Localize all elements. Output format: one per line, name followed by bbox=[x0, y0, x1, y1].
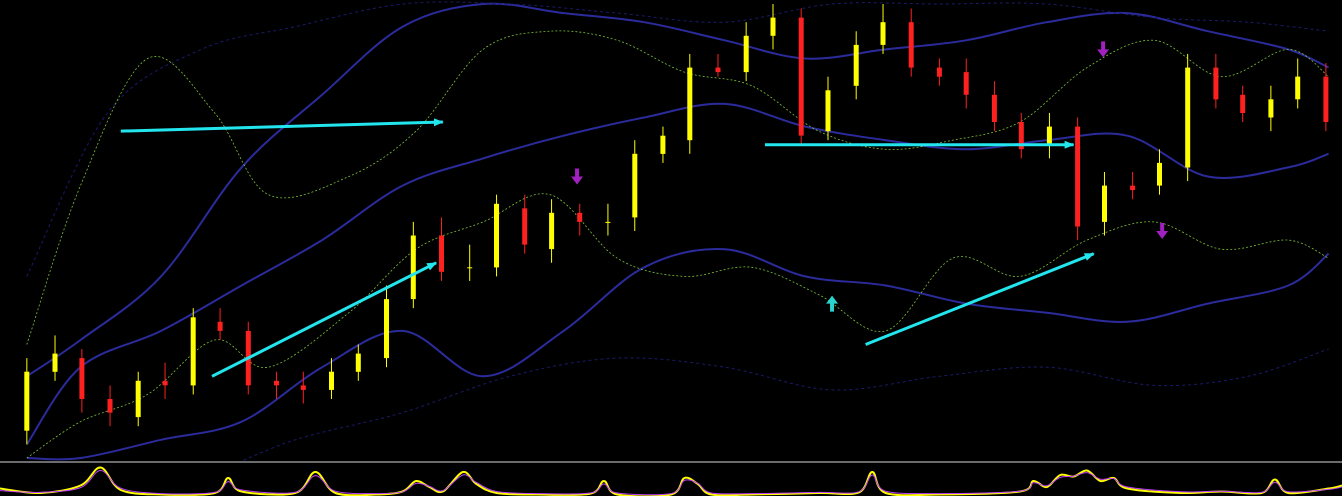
candle-body bbox=[329, 371, 334, 390]
candle-body bbox=[660, 135, 666, 154]
candle-body bbox=[1157, 162, 1162, 186]
candle-body bbox=[1240, 94, 1246, 113]
candle-body bbox=[1268, 99, 1274, 118]
candle bbox=[1185, 53, 1191, 182]
candle-body bbox=[605, 221, 611, 223]
candle bbox=[1075, 117, 1081, 241]
candle-body bbox=[384, 299, 389, 359]
candle-body bbox=[853, 44, 859, 86]
candle-body bbox=[963, 72, 969, 95]
candle-body bbox=[549, 212, 555, 250]
candle-body bbox=[1102, 185, 1107, 222]
candle bbox=[632, 140, 638, 231]
candle-body bbox=[190, 317, 196, 386]
candle-body bbox=[908, 22, 914, 68]
candle-body bbox=[162, 380, 168, 386]
candle-body bbox=[632, 153, 638, 218]
candle-body bbox=[936, 67, 942, 77]
candle-body bbox=[410, 235, 416, 300]
candle-body bbox=[52, 353, 58, 372]
candle-body bbox=[1213, 67, 1219, 100]
candle-body bbox=[1295, 76, 1301, 100]
candle-body bbox=[770, 17, 776, 36]
candle-body bbox=[355, 353, 361, 372]
candle-body bbox=[1075, 126, 1081, 227]
candle bbox=[687, 53, 693, 154]
candle-body bbox=[577, 212, 583, 222]
candle-body bbox=[798, 17, 804, 136]
candle-body bbox=[825, 90, 831, 132]
candle-body bbox=[494, 203, 499, 268]
candle-body bbox=[1130, 185, 1136, 191]
candle-body bbox=[1046, 126, 1052, 145]
candle-body bbox=[79, 358, 85, 399]
candle-body bbox=[217, 321, 223, 331]
candle-body bbox=[24, 371, 30, 431]
candle-body bbox=[880, 22, 886, 45]
candle-body bbox=[743, 35, 749, 73]
candle-body bbox=[991, 94, 997, 122]
candle-body bbox=[715, 67, 721, 73]
chart-canvas bbox=[0, 0, 1342, 496]
candle-body bbox=[1185, 67, 1191, 168]
candle bbox=[798, 8, 804, 145]
candle-body bbox=[300, 385, 306, 390]
candle-body bbox=[467, 267, 473, 269]
candle bbox=[190, 308, 196, 395]
candle-body bbox=[522, 208, 528, 245]
candle-body bbox=[274, 380, 279, 386]
chart-container bbox=[0, 0, 1342, 496]
chart-background bbox=[0, 0, 1342, 496]
candle-body bbox=[439, 235, 444, 272]
candle-body bbox=[1323, 76, 1329, 122]
candle-body bbox=[107, 399, 113, 413]
candle-body bbox=[135, 380, 141, 418]
candle-body bbox=[687, 67, 693, 141]
candle bbox=[494, 194, 499, 277]
